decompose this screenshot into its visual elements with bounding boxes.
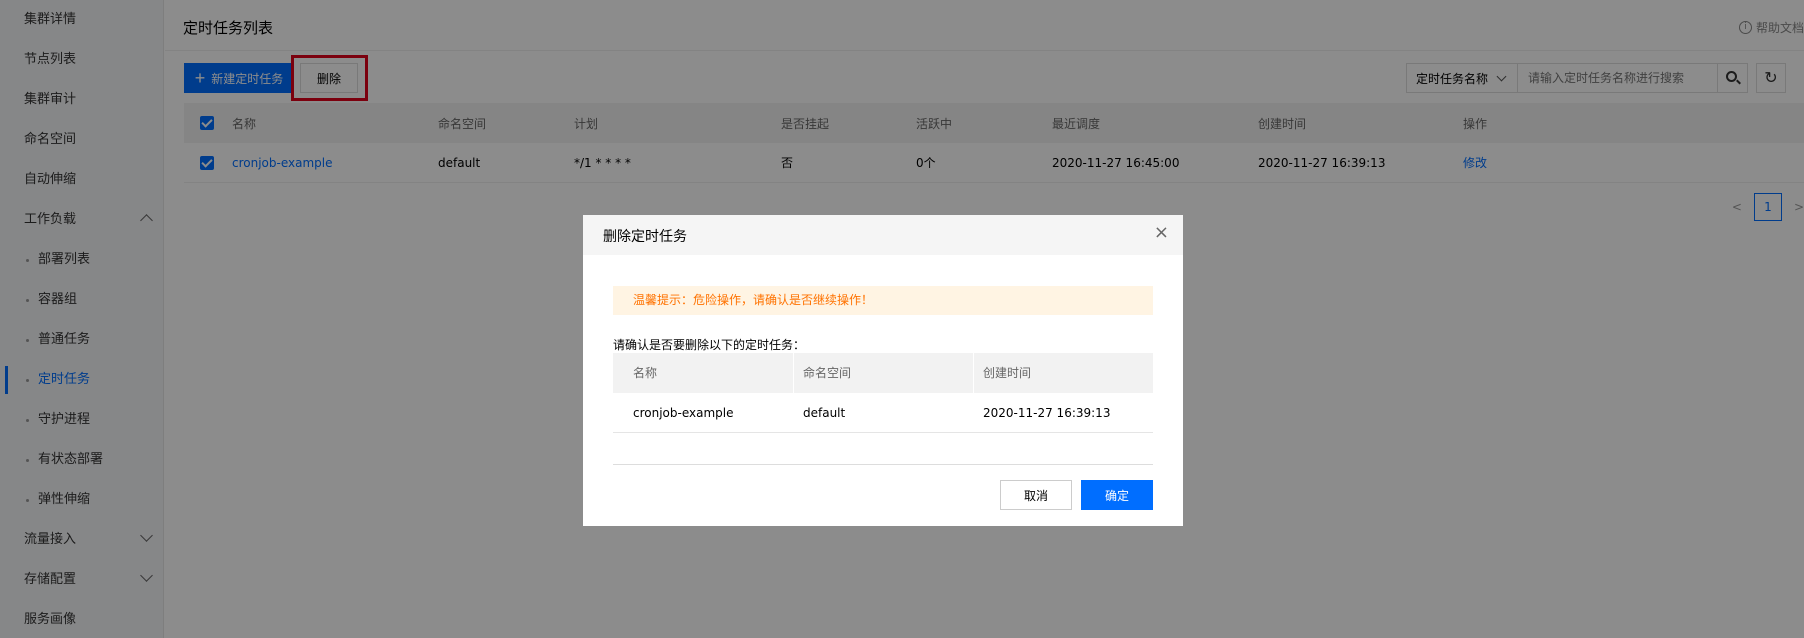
- dialog-created-cell: 2020-11-27 16:39:13: [983, 406, 1111, 420]
- close-icon[interactable]: ×: [1154, 223, 1169, 243]
- table-row: cronjob-example default 2020-11-27 16:39…: [613, 393, 1153, 433]
- dialog-namespace-cell: default: [803, 406, 846, 420]
- dialog-table: 名称 命名空间 创建时间 cronjob-example default 202…: [613, 353, 1153, 433]
- column-header: 命名空间: [803, 366, 852, 380]
- dialog-name-cell: cronjob-example: [633, 406, 734, 420]
- delete-dialog: 删除定时任务 × 温馨提示：危险操作，请确认是否继续操作！ 请确认是否要删除以下…: [583, 215, 1183, 526]
- column-header: 名称: [633, 366, 658, 380]
- dialog-title: 删除定时任务: [603, 229, 687, 245]
- dialog-table-header: 名称 命名空间 创建时间: [613, 353, 1153, 393]
- divider: [613, 464, 1153, 465]
- confirm-text: 请确认是否要删除以下的定时任务：: [613, 338, 806, 352]
- cancel-button[interactable]: 取消: [1000, 480, 1072, 510]
- warning-banner: 温馨提示：危险操作，请确认是否继续操作！: [613, 286, 1153, 315]
- confirm-button[interactable]: 确定: [1081, 480, 1153, 510]
- column-header: 创建时间: [983, 366, 1032, 380]
- dialog-header: 删除定时任务 ×: [583, 215, 1183, 255]
